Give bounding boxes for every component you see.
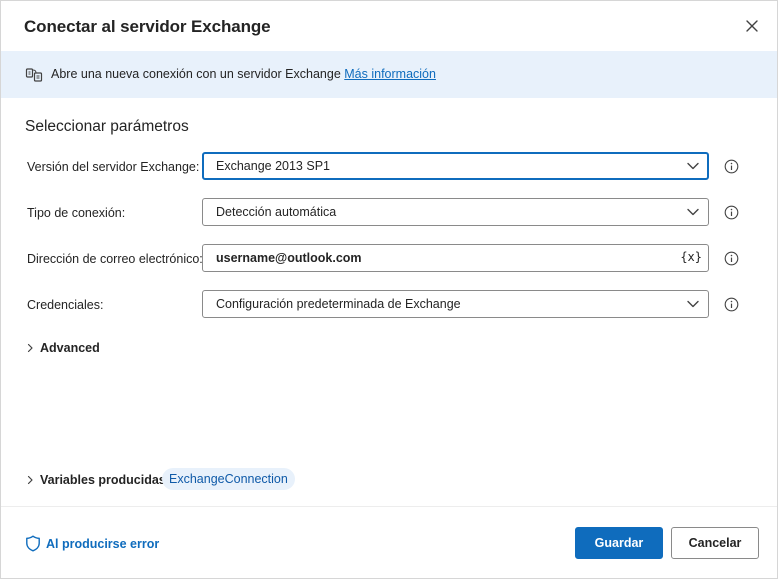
server-version-info-icon[interactable] (724, 159, 739, 174)
banner-text: Abre una nueva conexión con un servidor … (51, 67, 436, 81)
info-banner: Abre una nueva conexión con un servidor … (1, 51, 777, 98)
email-value: username@outlook.com (216, 251, 362, 265)
advanced-expander[interactable]: Advanced (25, 341, 100, 355)
email-info-icon[interactable] (724, 251, 739, 266)
chevron-down-icon (687, 162, 699, 170)
connection-type-value: Detección automática (216, 205, 337, 219)
connection-type-info-icon[interactable] (724, 205, 739, 220)
shield-icon (26, 535, 40, 552)
more-info-link[interactable]: Más información (344, 67, 436, 81)
banner-message: Abre una nueva conexión con un servidor … (51, 67, 345, 81)
server-version-value: Exchange 2013 SP1 (216, 159, 330, 173)
connection-type-label: Tipo de conexión: (27, 206, 126, 220)
variables-label: Variables producidas (40, 473, 166, 487)
advanced-label: Advanced (40, 341, 100, 355)
dialog-title: Conectar al servidor Exchange (24, 17, 271, 36)
dialog-header: Conectar al servidor Exchange (1, 1, 777, 51)
footer-divider (1, 506, 777, 507)
chevron-down-icon (687, 300, 699, 308)
exchange-icon (25, 68, 43, 82)
cancel-button[interactable]: Cancelar (671, 527, 759, 559)
connection-type-dropdown[interactable]: Detección automática (202, 198, 709, 226)
credentials-dropdown[interactable]: Configuración predeterminada de Exchange (202, 290, 709, 318)
save-button[interactable]: Guardar (575, 527, 663, 559)
section-title: Seleccionar parámetros (25, 118, 189, 135)
on-error-label: Al producirse error (46, 536, 160, 551)
server-version-dropdown[interactable]: Exchange 2013 SP1 (202, 152, 709, 180)
chevron-right-icon (27, 343, 33, 353)
server-version-label: Versión del servidor Exchange: (27, 160, 200, 174)
variable-picker-icon[interactable]: {x} (680, 250, 702, 264)
variable-pill[interactable]: ExchangeConnection (162, 468, 295, 490)
close-icon (746, 20, 758, 32)
credentials-label: Credenciales: (27, 298, 104, 312)
chevron-right-icon (27, 475, 33, 485)
credentials-info-icon[interactable] (724, 297, 739, 312)
close-button[interactable] (741, 15, 763, 37)
email-input[interactable]: username@outlook.com {x} (202, 244, 709, 272)
credentials-value: Configuración predeterminada de Exchange (216, 297, 461, 311)
on-error-link[interactable]: Al producirse error (25, 535, 159, 552)
chevron-down-icon (687, 208, 699, 216)
variables-expander[interactable]: Variables producidas (25, 473, 166, 487)
email-label: Dirección de correo electrónico: (27, 252, 203, 266)
dialog: Conectar al servidor Exchange Abre una n… (0, 0, 778, 579)
